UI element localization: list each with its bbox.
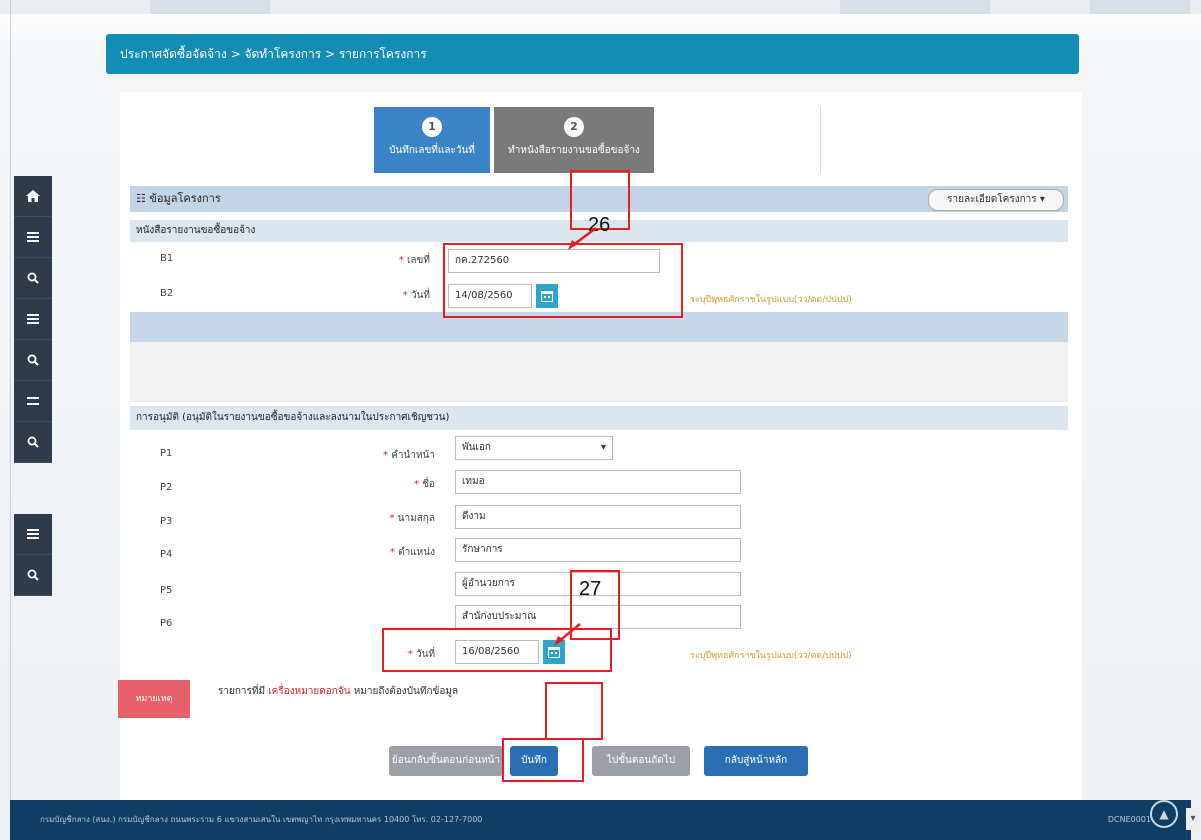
next-step-button[interactable]: ไปขั้นตอนถัดไป [592, 746, 690, 776]
back-step-button[interactable]: ย้อนกลับขั้นตอนก่อนหน้า [389, 746, 503, 776]
annotation-box [382, 628, 612, 672]
side-nav-bottom [14, 514, 52, 596]
search-icon[interactable] [14, 340, 52, 381]
row-code: P3 [160, 516, 173, 527]
step-number: 2 [564, 117, 584, 137]
row-code: B1 [160, 253, 174, 264]
step-number: 1 [422, 117, 442, 137]
left-border [10, 0, 11, 800]
search-icon[interactable] [14, 555, 52, 596]
note-tag: หมายเหตุ [118, 680, 190, 718]
step-divider [820, 107, 821, 173]
footer-text: กรมบัญชีกลาง (สนง.) กรมบัญชีกลาง ถนนพระร… [40, 815, 483, 824]
number-label: * เลขที่ [398, 255, 430, 266]
menu-icon[interactable] [14, 299, 52, 340]
annotation-box [502, 738, 584, 782]
search-icon[interactable] [14, 258, 52, 299]
info-icon: ☷ [136, 192, 150, 205]
step-label: บันทึกเลขที่และวันที่ [389, 145, 475, 156]
date-format-hint: ระบุปีพุทธศักราชในรูปแบบ(วว/ดด/ปปปป) [690, 295, 852, 305]
row-code: B2 [160, 288, 174, 299]
first-name-input[interactable]: เทมอ [455, 470, 741, 494]
annotation-box [545, 682, 603, 740]
step-2-tab[interactable]: 2 ทำหนังสือรายงานขอซื้อขอจ้าง [494, 107, 654, 173]
first-name-label: * ชื่อ [414, 479, 435, 490]
approval-section-header: การอนุมัติ (อนุมัติในรายงานขอซื้อขอจ้างแ… [130, 406, 1068, 430]
row-code: P5 [160, 585, 173, 596]
version-label: DCNE0001 [1107, 815, 1151, 824]
date-label: * วันที่ [402, 290, 430, 301]
menu-icon[interactable] [14, 514, 52, 555]
footer: กรมบัญชีกลาง (สนง.) กรมบัญชีกลาง ถนนพระร… [10, 800, 1191, 840]
project-details-dropdown[interactable]: รายละเอียดโครงการ ▾ [928, 189, 1064, 211]
step-label: ทำหนังสือรายงานขอซื้อขอจ้าง [508, 145, 640, 156]
chevron-down-icon[interactable]: ▾ [1186, 808, 1200, 830]
row-code: P1 [160, 448, 173, 459]
prefix-select[interactable]: พันเอก ▾ [455, 436, 613, 460]
breadcrumb: ประกาศจัดซื้อจัดจ้าง > จัดทำโครงการ > รา… [106, 34, 1079, 74]
row-code: P4 [160, 549, 173, 560]
callout-number: 27 [579, 578, 602, 600]
last-name-input[interactable]: ดีงาม [455, 505, 741, 529]
position-label: * ตำแหน่ง [389, 547, 435, 558]
top-banner-strip [0, 0, 1201, 14]
annotation-box [443, 243, 683, 318]
menu-icon[interactable] [14, 217, 52, 258]
row-code: P2 [160, 482, 173, 493]
date-format-hint: ระบุปีพุทธศักราชในรูปแบบ(วว/ดด/ปปปป) [690, 651, 852, 661]
search-icon[interactable] [14, 422, 52, 463]
row-code: P6 [160, 618, 173, 629]
step-1-tab[interactable]: 1 บันทึกเลขที่และวันที่ [374, 107, 490, 173]
position-input[interactable]: รักษาการ [455, 538, 741, 562]
home-icon[interactable] [14, 176, 52, 217]
last-name-label: * นามสกุล [389, 513, 435, 524]
prefix-label: * คำนำหน้า [383, 450, 435, 461]
chevron-up-icon[interactable]: ▲ [1150, 800, 1178, 828]
side-nav-top [14, 176, 52, 463]
chevron-down-icon: ▾ [600, 442, 606, 453]
home-button[interactable]: กลับสู่หน้าหลัก [704, 746, 808, 776]
note-text: รายการที่มี เครื่องหมายดอกจัน หมายถึงต้อ… [218, 686, 459, 697]
empty-section [130, 342, 1068, 402]
equals-icon[interactable] [14, 381, 52, 422]
